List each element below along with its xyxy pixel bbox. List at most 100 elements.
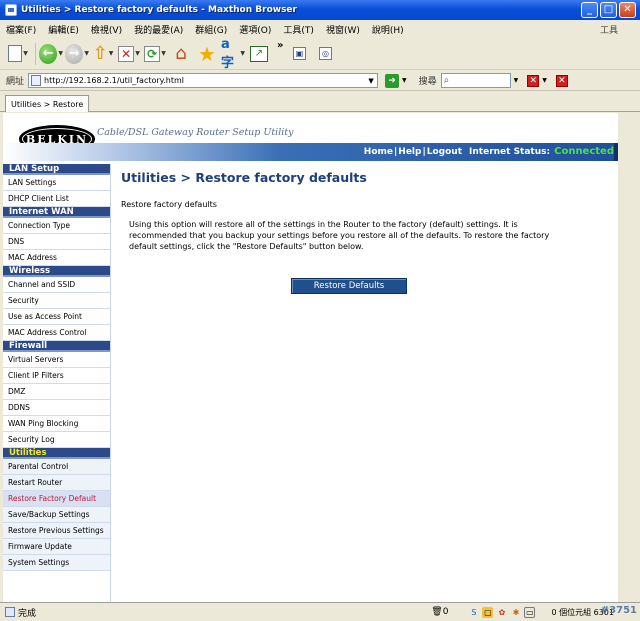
browser-toolbar: ▼ ← ▼ → ▼ ⇧ ▼ ✕ ▼ ⟳ ▼ ⌂ ★ a字 ▼ ↗ » ▣ ◎ — [0, 37, 640, 71]
ad-filter-icon[interactable]: ✿ — [496, 607, 507, 618]
router-header: BELKIN Cable/DSL Gateway Router Setup Ut… — [3, 113, 618, 161]
popup-blocker-icon[interactable]: ▢ — [482, 606, 494, 618]
browser-app-icon — [5, 4, 17, 16]
sidebar-section-firewall[interactable]: Firewall — [3, 341, 110, 352]
sidebar-item-connection-type[interactable]: Connection Type — [3, 218, 110, 234]
sidebar-item-access-point[interactable]: Use as Access Point — [3, 309, 110, 325]
sidebar-item-security[interactable]: Security — [3, 293, 110, 309]
menu-tools-right[interactable]: 工具 — [600, 23, 640, 36]
menu-favorites[interactable]: 我的最愛(A) — [128, 23, 189, 36]
tab-utilities-restore[interactable]: Utilities > Restore — [5, 95, 90, 112]
sidebar-section-utilities[interactable]: Utilities — [3, 448, 110, 459]
sidebar-item-client-ip-filters[interactable]: Client IP Filters — [3, 368, 110, 384]
sidebar-item-virtual-servers[interactable]: Virtual Servers — [3, 352, 110, 368]
sidebar-section-wireless[interactable]: Wireless — [3, 266, 110, 277]
url-text[interactable]: http://192.168.2.1/util_factory.html — [44, 76, 365, 85]
screenshot-button[interactable]: ▣ — [287, 42, 311, 66]
chart-icon: ↗ — [250, 45, 268, 62]
sidebar-item-dmz[interactable]: DMZ — [3, 384, 110, 400]
menu-tools[interactable]: 工具(T) — [277, 23, 320, 36]
menu-window[interactable]: 視窗(W) — [320, 23, 366, 36]
up-button[interactable]: ⇧ ▼ — [91, 42, 115, 66]
new-document-icon — [8, 45, 23, 62]
gear-icon[interactable]: ✱ — [510, 607, 521, 618]
sidebar-item-wan-ping-blocking[interactable]: WAN Ping Blocking — [3, 416, 110, 432]
go-button[interactable]: ➜ — [385, 73, 400, 88]
close-all-icon[interactable]: ✕ — [527, 74, 540, 87]
close-tab-icon[interactable]: ✕ — [555, 74, 568, 87]
sidebar-nav: LAN Setup LAN Settings DHCP Client List … — [3, 164, 111, 602]
maximize-button[interactable]: □ — [600, 2, 617, 18]
sidebar-section-wan[interactable]: Internet WAN — [3, 207, 110, 218]
forward-button[interactable]: → ▼ — [65, 42, 89, 66]
search-dropdown-icon[interactable]: ▼ — [514, 77, 519, 84]
refresh-button[interactable]: ⟳ ▼ — [143, 42, 167, 66]
chevron-down-icon[interactable]: ▼ — [365, 74, 377, 87]
home-button[interactable]: ⌂ — [169, 42, 193, 66]
translate-button[interactable]: a字 ▼ — [221, 37, 245, 71]
section-subtitle: Restore factory defaults — [121, 200, 217, 209]
close-dropdown-icon[interactable]: ▼ — [542, 77, 547, 84]
dropdown-arrow-icon: ▼ — [135, 50, 140, 57]
sidebar-item-dhcp-client-list[interactable]: DHCP Client List — [3, 191, 110, 207]
menu-groups[interactable]: 群組(G) — [189, 23, 233, 36]
trash-counter[interactable]: 🗑0 — [431, 607, 448, 617]
status-text: 完成 — [18, 608, 37, 619]
stop-button[interactable]: ✕ ▼ — [117, 42, 141, 66]
sidebar-item-ddns[interactable]: DDNS — [3, 400, 110, 416]
sidebar-item-security-log[interactable]: Security Log — [3, 432, 110, 448]
sidebar-item-dns[interactable]: DNS — [3, 234, 110, 250]
chart-button[interactable]: ↗ — [247, 42, 271, 66]
network-icon[interactable]: S — [468, 607, 479, 618]
dropdown-arrow-icon: ▼ — [23, 50, 28, 57]
menu-edit[interactable]: 編輯(E) — [42, 23, 85, 36]
sidebar-item-restore-previous-settings[interactable]: Restore Previous Settings — [3, 523, 110, 539]
logout-link[interactable]: Logout — [427, 147, 462, 157]
sidebar-item-restore-factory-default[interactable]: Restore Factory Default — [3, 491, 110, 507]
help-link[interactable]: Help — [398, 147, 421, 157]
minimize-button[interactable]: _ — [581, 2, 598, 18]
compass-button[interactable]: ◎ — [313, 42, 337, 66]
url-input[interactable]: http://192.168.2.1/util_factory.html ▼ — [28, 73, 379, 88]
section-description: Using this option will restore all of th… — [129, 220, 550, 251]
internet-status-value: Connected — [554, 146, 614, 157]
close-button[interactable]: ✕ — [619, 2, 636, 18]
new-page-button[interactable]: ▼ — [6, 42, 30, 66]
dropdown-arrow-icon: ▼ — [240, 50, 245, 57]
sidebar-item-save-backup-settings[interactable]: Save/Backup Settings — [3, 507, 110, 523]
favorites-button[interactable]: ★ — [195, 42, 219, 66]
sidebar-section-lan[interactable]: LAN Setup — [3, 164, 110, 175]
menu-options[interactable]: 選項(O) — [233, 23, 277, 36]
home-link[interactable]: Home — [364, 147, 393, 157]
sidebar-item-lan-settings[interactable]: LAN Settings — [3, 175, 110, 191]
window-icon[interactable]: ▭ — [524, 606, 536, 618]
page-icon — [31, 75, 42, 86]
stop-icon: ✕ — [118, 45, 135, 62]
menu-view[interactable]: 檢視(V) — [85, 23, 128, 36]
menu-bar: 檔案(F) 編輯(E) 檢視(V) 我的最愛(A) 群組(G) 選項(O) 工具… — [0, 20, 640, 38]
sidebar-item-mac-address[interactable]: MAC Address — [3, 250, 110, 266]
dropdown-arrow-icon: ▼ — [108, 50, 114, 57]
tab-bar: Utilities > Restore — [0, 92, 640, 112]
sidebar-item-parental-control[interactable]: Parental Control — [3, 459, 110, 475]
restore-defaults-button[interactable]: Restore Defaults — [291, 278, 407, 294]
back-button[interactable]: ← ▼ — [39, 42, 63, 66]
page-title: Utilities > Restore factory defaults — [121, 170, 367, 185]
address-label: 網址 — [6, 77, 25, 87]
sidebar-item-mac-address-control[interactable]: MAC Address Control — [3, 325, 110, 341]
window-title-bar: Utilities > Restore factory defaults - M… — [0, 0, 640, 20]
page-scroll-gutter — [618, 113, 640, 602]
toolbar-overflow-chevron[interactable]: » — [277, 40, 283, 51]
search-input[interactable]: ⌕ — [440, 73, 511, 88]
watermark: #3751 — [600, 605, 637, 616]
menu-file[interactable]: 檔案(F) — [0, 23, 42, 36]
sidebar-item-restart-router[interactable]: Restart Router — [3, 475, 110, 491]
sidebar-item-channel-ssid[interactable]: Channel and SSID — [3, 277, 110, 293]
sidebar-item-firmware-update[interactable]: Firmware Update — [3, 539, 110, 555]
refresh-icon: ⟳ — [144, 45, 161, 62]
menu-help[interactable]: 說明(H) — [366, 23, 410, 36]
dropdown-arrow-icon: ▼ — [84, 50, 89, 57]
dropdown-arrow-icon: ▼ — [161, 50, 166, 57]
go-dropdown-icon[interactable]: ▼ — [402, 77, 407, 84]
sidebar-item-system-settings[interactable]: System Settings — [3, 555, 110, 571]
